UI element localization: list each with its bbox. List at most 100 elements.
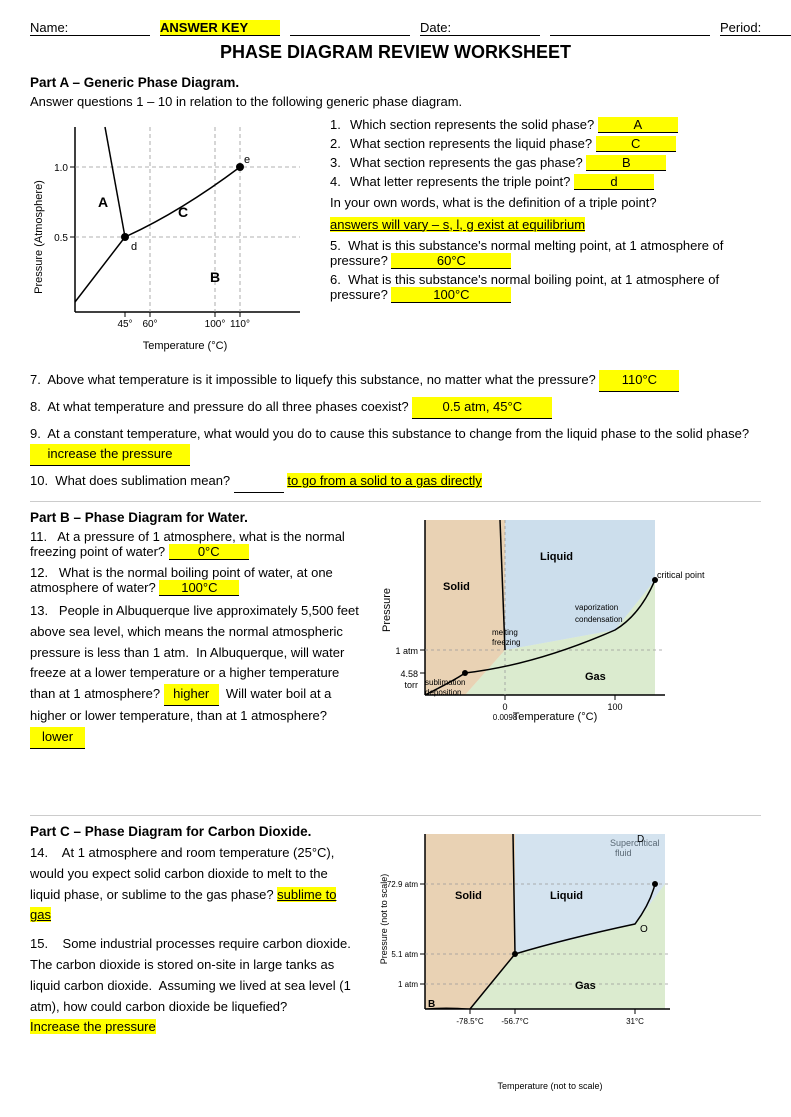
svg-text:e: e — [244, 154, 250, 166]
date-label: Date: — [420, 20, 540, 36]
svg-text:0: 0 — [502, 702, 507, 712]
svg-text:100°: 100° — [205, 319, 226, 330]
svg-text:4.58: 4.58 — [400, 669, 418, 679]
question-14: 14. At 1 atmosphere and room temperature… — [30, 843, 360, 926]
page-title: PHASE DIAGRAM REVIEW WORKSHEET — [30, 42, 761, 63]
svg-text:A: A — [98, 194, 108, 210]
part-b-title: Part B – Phase Diagram for Water. — [30, 510, 360, 525]
q4-answer: answers will vary – s, l, g exist at equ… — [330, 217, 761, 232]
answer-9: increase the pressure — [30, 444, 190, 466]
svg-text:Liquid: Liquid — [550, 890, 583, 902]
answer-6: 100°C — [391, 287, 511, 303]
answer-3: B — [586, 155, 666, 171]
co2-diagram-svg: Supercritical fluid Pressure (not to sca… — [375, 824, 695, 1094]
svg-text:deposition: deposition — [425, 688, 461, 697]
svg-text:45°: 45° — [117, 319, 132, 330]
question-2: 2. What section represents the liquid ph… — [330, 136, 761, 152]
phase-diagram-svg: Pressure (Atmosphere) Temperature (°C) 1… — [30, 117, 315, 357]
svg-text:critical point: critical point — [657, 570, 705, 580]
part-b-container: Part B – Phase Diagram for Water. 11. At… — [30, 510, 761, 803]
svg-text:60°: 60° — [142, 319, 157, 330]
answer-13a: higher — [164, 684, 219, 706]
question-15: 15. Some industrial processes require ca… — [30, 934, 360, 1038]
svg-text:Temperature (°C): Temperature (°C) — [143, 340, 227, 352]
question-4: 4. What letter represents the triple poi… — [330, 174, 761, 190]
svg-text:-56.7°C: -56.7°C — [501, 1017, 528, 1026]
question-13: 13. People in Albuquerque live approxima… — [30, 601, 360, 749]
svg-text:sublimation: sublimation — [425, 678, 465, 687]
svg-text:C: C — [178, 204, 188, 220]
answer-4: d — [574, 174, 654, 190]
answer-15: Increase the pressure — [30, 1019, 156, 1034]
part-c-container: Part C – Phase Diagram for Carbon Dioxid… — [30, 824, 761, 1097]
answer-14: sublime to gas — [30, 887, 336, 923]
answer-2: C — [596, 136, 676, 152]
svg-text:1.0: 1.0 — [54, 163, 68, 174]
part-b-questions: Part B – Phase Diagram for Water. 11. At… — [30, 510, 360, 803]
svg-text:Pressure: Pressure — [381, 588, 393, 632]
svg-text:Solid: Solid — [443, 581, 470, 593]
water-diagram-svg: Pressure Temperature (°C) 1 atm 4.58 tor… — [375, 510, 705, 800]
question-5: 5. What is this substance's normal melti… — [330, 238, 761, 269]
period-label: Period: — [720, 20, 791, 36]
answer-11: 0°C — [169, 544, 249, 560]
divider-b — [30, 501, 761, 502]
part-a-questions: 1. Which section represents the solid ph… — [330, 117, 761, 360]
answer-7: 110°C — [599, 370, 679, 392]
svg-text:Temperature (not to scale): Temperature (not to scale) — [497, 1081, 602, 1091]
svg-text:vaporization: vaporization — [575, 603, 618, 612]
answer-key: ANSWER KEY — [160, 20, 280, 36]
svg-text:72.9 atm: 72.9 atm — [387, 880, 418, 889]
q4-follow: In your own words, what is the definitio… — [330, 193, 761, 213]
question-10: 10. What does sublimation mean? to go fr… — [30, 471, 761, 493]
svg-text:Liquid: Liquid — [540, 551, 573, 563]
question-11: 11. At a pressure of 1 atmosphere, what … — [30, 529, 360, 560]
part-c-title: Part C – Phase Diagram for Carbon Dioxid… — [30, 824, 360, 839]
answer-8: 0.5 atm, 45°C — [412, 397, 552, 419]
svg-text:110°: 110° — [230, 319, 250, 330]
svg-text:5.1 atm: 5.1 atm — [391, 950, 418, 959]
svg-text:100: 100 — [607, 702, 622, 712]
header: Name: ANSWER KEY Date: Period: — [30, 20, 761, 36]
svg-text:Gas: Gas — [575, 980, 596, 992]
svg-text:Solid: Solid — [455, 890, 482, 902]
svg-text:-78.5°C: -78.5°C — [456, 1017, 483, 1026]
question-12: 12. What is the normal boiling point of … — [30, 565, 360, 596]
question-1: 1. Which section represents the solid ph… — [330, 117, 761, 133]
svg-text:B: B — [210, 269, 220, 285]
svg-text:condensation: condensation — [575, 615, 623, 624]
svg-text:freezing: freezing — [492, 638, 520, 647]
question-8: 8. At what temperature and pressure do a… — [30, 397, 761, 419]
answer-10: to go from a solid to a gas directly — [287, 473, 481, 488]
svg-text:d: d — [131, 241, 137, 253]
part-a-title: Part A – Generic Phase Diagram. — [30, 75, 761, 90]
svg-text:1 atm: 1 atm — [398, 980, 418, 989]
svg-text:melting: melting — [492, 628, 518, 637]
svg-text:Gas: Gas — [585, 671, 606, 683]
answer-5: 60°C — [391, 253, 511, 269]
svg-text:torr: torr — [405, 680, 419, 690]
svg-text:0.0098: 0.0098 — [493, 713, 518, 722]
svg-text:D: D — [637, 834, 644, 845]
question-9: 9. At a constant temperature, what would… — [30, 424, 761, 467]
answer-1: A — [598, 117, 678, 133]
question-3: 3. What section represents the gas phase… — [330, 155, 761, 171]
divider-c — [30, 815, 761, 816]
svg-text:Pressure (Atmosphere): Pressure (Atmosphere) — [33, 180, 45, 294]
generic-phase-diagram: Pressure (Atmosphere) Temperature (°C) 1… — [30, 117, 320, 360]
answer-12: 100°C — [159, 580, 239, 596]
part-a-intro: Answer questions 1 – 10 in relation to t… — [30, 94, 761, 109]
svg-text:Temperature (°C): Temperature (°C) — [513, 711, 597, 723]
answer-13b: lower — [30, 727, 85, 749]
svg-text:O: O — [640, 924, 648, 935]
question-7: 7. Above what temperature is it impossib… — [30, 370, 761, 392]
co2-phase-diagram: Supercritical fluid Pressure (not to sca… — [375, 824, 761, 1097]
svg-text:0.5: 0.5 — [54, 233, 68, 244]
water-phase-diagram: Pressure Temperature (°C) 1 atm 4.58 tor… — [375, 510, 761, 803]
svg-text:1 atm: 1 atm — [395, 646, 418, 656]
part-a-container: Pressure (Atmosphere) Temperature (°C) 1… — [30, 117, 761, 360]
question-6: 6. What is this substance's normal boili… — [330, 272, 761, 303]
part-c-questions: Part C – Phase Diagram for Carbon Dioxid… — [30, 824, 360, 1097]
name-label: Name: — [30, 20, 150, 36]
svg-text:31°C: 31°C — [626, 1017, 644, 1026]
